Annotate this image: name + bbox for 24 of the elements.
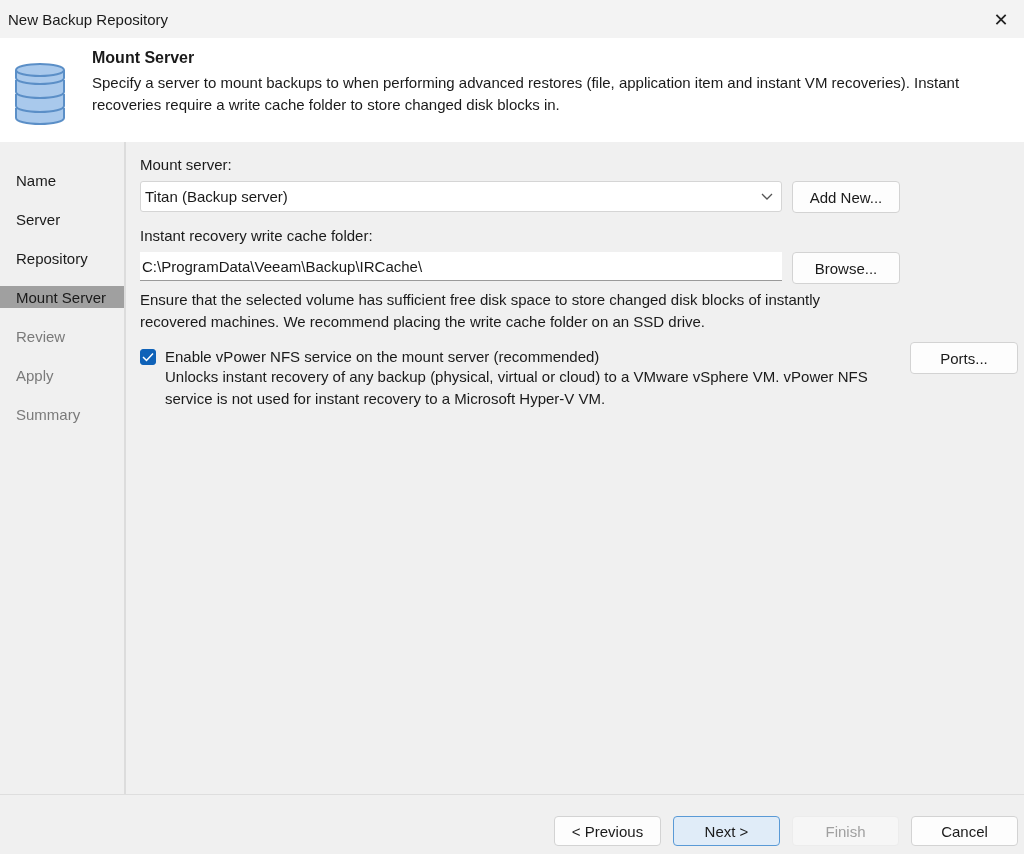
field-label: Mount server:: [140, 156, 233, 173]
step-item[interactable]: Mount Server: [0, 286, 124, 308]
step-item[interactable]: Name: [0, 161, 124, 200]
checkbox-label[interactable]: Enable vPower NFS service on the mount server (recommended): [165, 348, 600, 365]
wizard-button[interactable]: < Previous: [554, 816, 661, 846]
hint-text: Unlocks instant recovery of any backup (physical, virtual or cloud) to a VMware vSphere VM. vPower NFS service is not used for instant recovery to a Microsoft Hyper-V VM.: [165, 367, 869, 409]
step-item[interactable]: Repository: [0, 239, 124, 278]
cache-folder-field[interactable]: C:\ProgramData\Veeam\Backup\IRCache\: [140, 252, 782, 281]
page-title: Mount Server: [92, 49, 196, 67]
close-button[interactable]: ✕: [978, 0, 1024, 38]
window-title: New Backup Repository: [8, 10, 169, 28]
wizard-button[interactable]: Cancel: [911, 816, 1018, 846]
page-description: Specify a server to mount backups to when performing advanced restores (file, application item and instant VM recoveries). Instant recoveries require a write cache folder to store changed disk blocks in.: [92, 73, 961, 115]
database-icon: [14, 62, 66, 126]
add-new-button[interactable]: Add New...: [792, 181, 900, 213]
step-item[interactable]: Server: [0, 200, 124, 239]
checkbox[interactable]: [140, 348, 156, 365]
chevron-down-icon: [761, 192, 773, 201]
browse-button[interactable]: Browse...: [792, 252, 900, 284]
mount-server-dropdown[interactable]: Titan (Backup server): [140, 181, 782, 212]
field-label: Instant recovery write cache folder:: [140, 227, 374, 244]
wizard-button[interactable]: Next >: [673, 816, 780, 846]
ports-button[interactable]: Ports...: [910, 342, 1018, 374]
hint-text: Ensure that the selected volume has sufficient free disk space to store changed disk blocks of instantly recovered machines. We recommend placing the write cache folder on an SSD drive.: [140, 290, 822, 332]
